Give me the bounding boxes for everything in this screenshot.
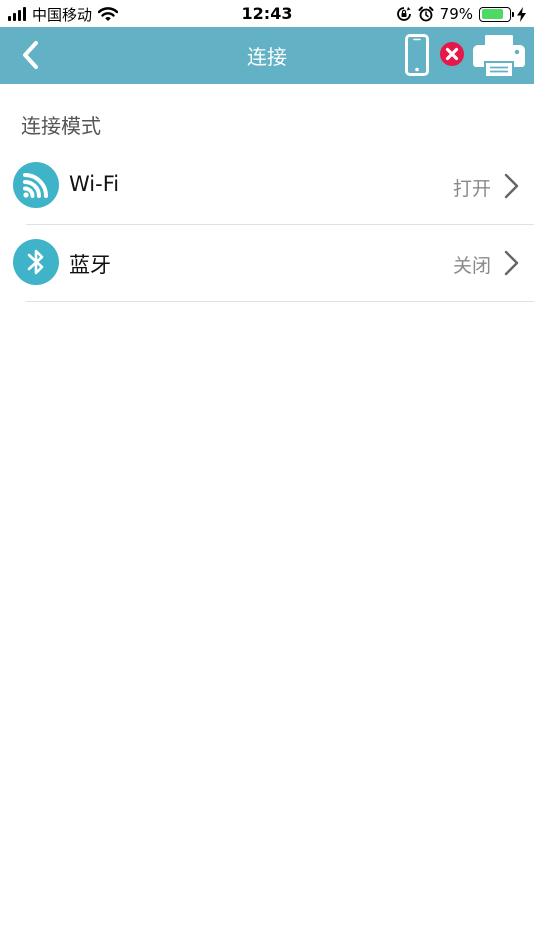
divider bbox=[26, 301, 534, 302]
wifi-status: 打开 bbox=[452, 178, 491, 200]
alarm-icon bbox=[418, 6, 434, 22]
printer-icon[interactable] bbox=[472, 33, 526, 77]
phone-icon[interactable] bbox=[405, 34, 429, 76]
wifi-label: Wi-Fi bbox=[69, 172, 120, 196]
battery-percent: 79% bbox=[439, 5, 473, 23]
chevron-right-icon bbox=[504, 250, 519, 276]
bluetooth-row[interactable]: 蓝牙 关闭 bbox=[0, 225, 534, 301]
bluetooth-status: 关闭 bbox=[452, 255, 491, 277]
battery-icon bbox=[479, 6, 514, 22]
charging-icon bbox=[517, 6, 526, 22]
status-bar: 中国移动 12:43 79% bbox=[0, 0, 534, 27]
orientation-lock-icon bbox=[396, 7, 411, 21]
bluetooth-icon bbox=[13, 239, 59, 285]
status-right: 79% bbox=[396, 4, 526, 24]
battery-fill bbox=[481, 9, 503, 19]
error-icon bbox=[440, 42, 464, 66]
nav-bar: 连接 bbox=[0, 27, 534, 84]
chevron-right-icon bbox=[504, 173, 519, 199]
bluetooth-label: 蓝牙 bbox=[69, 253, 111, 277]
wifi-row[interactable]: Wi-Fi 打开 bbox=[0, 148, 534, 224]
wifi-icon bbox=[13, 162, 59, 208]
section-title: 连接模式 bbox=[21, 114, 101, 138]
